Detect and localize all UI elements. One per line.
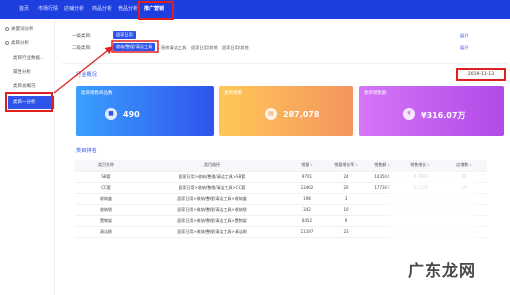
nav-item-product-analysis[interactable]: 商品分析: [92, 0, 112, 19]
sidebar-item-category-overview[interactable]: 类目总概况: [13, 82, 36, 91]
cell-sales-growth: 3: [327, 193, 365, 205]
cell-path: 居家日用>收纳/整理/清洁工具>置物架: [137, 215, 287, 227]
blurred-region: [388, 172, 478, 267]
nav-item-market[interactable]: 市场行情: [38, 0, 58, 19]
cell-name: 置物架: [75, 215, 137, 227]
level2-option-home-other[interactable]: 居家日用/其他: [191, 45, 218, 51]
cell-sales: 342: [287, 204, 327, 216]
highlight-box-promotion: [138, 1, 174, 20]
cell-sales: 8452: [287, 215, 327, 227]
overview-section-title: 行业概况: [76, 72, 97, 78]
cell-path: 居家日用>收纳/整理/清洁工具>收纳袋: [137, 204, 287, 216]
sort-icon[interactable]: ⇅: [469, 163, 472, 167]
level2-option-kitchen-cleaning[interactable]: 厨房清洁工具: [161, 45, 186, 51]
level2-option-storage-cleaning[interactable]: 收纳/整理/清洁工具: [113, 43, 156, 51]
cell-sales-growth: 20: [327, 182, 365, 194]
top-navigation-bar: 首页 市场行情 店铺分析 商品分析 竞品分析 推广营销: [0, 0, 510, 19]
cell-sales: 9701: [287, 171, 327, 183]
ranking-section-title: 类目排名: [76, 148, 97, 154]
card-category-products: 类目销售商品数 ■ 490: [76, 86, 214, 136]
cell-name: 清洁刷: [75, 226, 137, 238]
cell-sales-growth: 24: [327, 171, 365, 183]
card-category-sales-volume: 类目销量 ▤ 287,078: [219, 86, 353, 136]
nav-item-shop-analysis[interactable]: 店铺分析: [64, 0, 84, 19]
column-header-name: 类目名称: [75, 160, 137, 172]
cell-name: SB套: [75, 171, 137, 183]
cell-name: CC套: [75, 182, 137, 194]
watermark-text: 广东龙网: [408, 261, 477, 280]
nav-item-home[interactable]: 首页: [19, 0, 29, 19]
cell-path: 居家日用>收纳/整理/清洁工具>清洁刷: [137, 226, 287, 238]
cell-sales-growth: 10: [327, 204, 365, 216]
sort-icon[interactable]: ⇅: [387, 163, 390, 167]
column-header-sales[interactable]: 销量⇅: [287, 160, 327, 172]
cell-sales-growth: 9: [327, 215, 365, 227]
level2-option-home-other-2[interactable]: 居家日用/其他: [222, 45, 249, 51]
card-value: ¥316.07万: [421, 111, 466, 120]
divider: [62, 63, 508, 64]
sidebar-item-category-industry-data[interactable]: 类目行业数据...: [13, 54, 44, 63]
card-title: 类目销售额: [364, 91, 387, 96]
card-title: 类目销售商品数: [81, 91, 113, 96]
sort-icon[interactable]: ⇅: [427, 163, 430, 167]
sort-icon[interactable]: ⇅: [310, 163, 313, 167]
sidebar-item-label: 类目分析: [11, 41, 29, 46]
sidebar-item-label: 关键词分析: [11, 27, 34, 32]
cell-path: 居家日用>收纳/整理/清洁工具>SB套: [137, 171, 287, 183]
card-title: 类目销量: [224, 91, 242, 96]
cell-path: 居家日用>收纳/整理/清洁工具>收纳盒: [137, 193, 287, 205]
column-header-revenue[interactable]: 销售额⇅: [365, 160, 399, 172]
circle-icon: [5, 26, 9, 31]
level2-expand-link[interactable]: 展开: [460, 45, 468, 51]
highlight-box-sidebar: [5, 92, 53, 112]
cell-sales-growth: 23: [327, 226, 365, 238]
sort-icon[interactable]: ⇅: [355, 163, 358, 167]
column-header-sales-growth[interactable]: 销量增长率⇅: [327, 160, 365, 172]
category-filter-panel: 一级类目: 居家日用 展开 二级类目: 收纳/整理/清洁工具 厨房清洁工具 居家…: [62, 24, 508, 60]
card-value: 490: [123, 110, 140, 119]
cell-sales: 11197: [287, 226, 327, 238]
cell-name: 收纳袋: [75, 204, 137, 216]
nav-item-competitor-analysis[interactable]: 竞品分析: [118, 0, 138, 19]
level1-category-tag[interactable]: 居家日用: [113, 31, 136, 39]
sidebar: 关键词分析 类目分析 类目行业数据... 属性分析 类目总概况 类目一分析: [0, 19, 55, 295]
cell-sales: 13462: [287, 182, 327, 194]
box-icon: ■: [105, 108, 117, 120]
cell-path: 居家日用>收纳/整理/清洁工具>CC套: [137, 182, 287, 194]
cart-icon: ▤: [265, 108, 277, 120]
date-picker[interactable]: 2019-11-13: [456, 68, 506, 81]
column-header-revenue-growth[interactable]: 销售增长⇅: [399, 160, 441, 172]
level1-expand-link[interactable]: 展开: [460, 33, 468, 39]
sidebar-item-keyword-analysis[interactable]: 关键词分析: [5, 25, 34, 34]
sidebar-item-attribute-analysis[interactable]: 属性分析: [13, 68, 31, 77]
level2-category-label: 二级类目:: [72, 46, 92, 51]
coin-icon: ¥: [403, 108, 415, 120]
column-header-path: 类目路径: [137, 160, 287, 172]
card-category-revenue: 类目销售额 ¥ ¥316.07万: [359, 86, 504, 136]
card-value: 287,078: [283, 110, 320, 119]
cell-name: 收纳盒: [75, 193, 137, 205]
level1-category-label: 一级类目:: [72, 34, 92, 39]
sidebar-item-category-analysis[interactable]: 类目分析: [5, 39, 29, 48]
circle-icon: [5, 40, 9, 45]
table-header-row: 类目名称 类目路径 销量⇅ 销量增长率⇅ 销售额⇅ 销售增长⇅ 店铺数⇅: [75, 160, 487, 172]
cell-sales: 198: [287, 193, 327, 205]
column-header-shops[interactable]: 店铺数⇅: [441, 160, 487, 172]
